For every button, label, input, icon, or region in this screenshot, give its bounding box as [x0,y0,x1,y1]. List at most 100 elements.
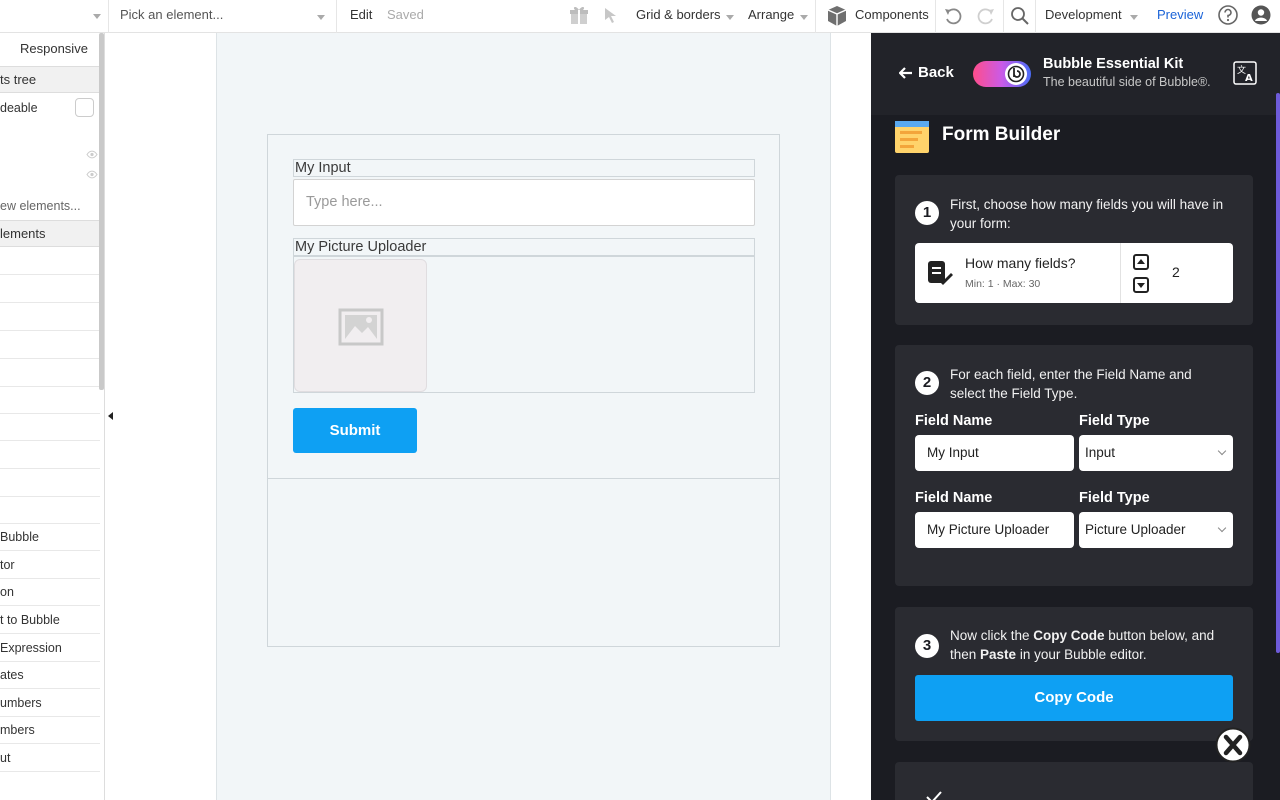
field-name-input[interactable]: My Picture Uploader [915,512,1074,548]
list-item-label: mbers [0,723,35,737]
help-icon[interactable] [1217,4,1239,26]
field-count-range: Min: 1 · Max: 30 [965,278,1041,290]
left-panel: Responsive ts tree deable ew elements...… [0,33,105,800]
list-edit-icon [928,261,953,285]
toolbar-divider [108,0,109,33]
tab-responsive[interactable]: Responsive [20,41,104,56]
field-count-control: How many fields? Min: 1 · Max: 30 2 [915,243,1233,303]
list-item[interactable] [0,497,100,524]
image-placeholder-icon [338,308,384,346]
list-item[interactable]: mbers [0,717,100,744]
list-item[interactable] [0,360,100,387]
list-item[interactable]: ates [0,662,100,689]
list-item[interactable]: ut [0,745,100,772]
undo-icon[interactable] [943,6,963,26]
chevron-down-icon[interactable] [317,15,325,20]
toolbar-divider [935,0,936,33]
toolbar-divider [1003,0,1004,33]
list-item[interactable]: t to Bubble [0,607,100,634]
arrow-left-icon[interactable] [899,67,913,79]
list-item[interactable] [0,276,100,303]
toolbar-divider [1035,0,1036,33]
cursor-icon[interactable] [602,6,620,24]
list-item-label: umbers [0,696,42,710]
list-item-label: ates [0,668,24,682]
list-item-label: on [0,585,14,599]
kit-title: Bubble Essential Kit [1043,56,1184,72]
section-title: ts tree [0,72,37,87]
step3-text-suffix: in your Bubble editor. [1016,646,1147,662]
grid-borders-menu[interactable]: Grid & borders [636,7,721,23]
field-name-header: Field Name [915,490,993,506]
list-item[interactable]: Expression [0,635,100,662]
plugin-scrollbar[interactable] [1276,93,1280,653]
list-item[interactable] [0,387,100,414]
left-panel-scrollbar[interactable] [99,33,104,390]
step-number: 1 [915,201,939,225]
arrange-menu[interactable]: Arrange [748,7,794,23]
step-number: 3 [915,634,939,658]
preview-link[interactable]: Preview [1157,7,1203,23]
eye-icon[interactable] [86,150,98,159]
list-item[interactable]: umbers [0,690,100,717]
upgradeable-checkbox[interactable] [75,98,94,117]
search-new-elements-input[interactable]: ew elements... [0,199,100,213]
picture-uploader[interactable] [294,259,427,392]
redo-icon[interactable] [976,6,996,26]
plugin-panel: Back Bubble Essential Kit The beautiful … [871,33,1280,800]
section-elements-tree[interactable]: ts tree [0,66,100,93]
text-input[interactable]: Type here... [293,179,755,226]
collapse-panel-icon[interactable] [108,412,113,420]
field-type-header: Field Type [1079,413,1150,429]
edit-menu[interactable]: Edit [350,7,372,23]
back-button[interactable]: Back [918,64,954,81]
chevron-down-icon[interactable] [1130,15,1138,20]
field-type-select[interactable]: Input [1079,435,1233,471]
list-item[interactable]: tor [0,552,100,579]
arrow-up-box-icon[interactable] [1133,254,1149,270]
arrow-down-box-icon[interactable] [1133,277,1149,293]
svg-text:A: A [1245,73,1253,84]
list-item[interactable] [0,414,100,441]
field-type-header: Field Type [1079,490,1150,506]
list-item[interactable]: Bubble [0,524,100,551]
toolbar-divider [336,0,337,33]
field-type-select[interactable]: Picture Uploader [1079,512,1233,548]
cube-icon[interactable] [827,5,847,27]
list-item[interactable]: on [0,579,100,606]
left-dropdown-caret-icon[interactable] [93,14,101,19]
copy-code-button[interactable]: Copy Code [915,675,1233,721]
list-item-label: tor [0,558,15,572]
close-icon[interactable] [1215,727,1251,763]
check-icon [926,791,942,800]
user-icon[interactable] [1250,4,1272,26]
list-item[interactable] [0,332,100,359]
field-name-header: Field Name [915,413,993,429]
field-name-input[interactable]: My Input [915,435,1074,471]
chevron-down-icon[interactable] [726,15,734,20]
search-icon[interactable] [1010,6,1030,26]
chevron-down-icon [1217,523,1227,533]
translate-icon[interactable]: 文 A [1233,61,1257,85]
list-item[interactable] [0,304,100,331]
step-number: 2 [915,371,939,395]
field-count-question: How many fields? [965,255,1076,271]
section-title: lements [0,226,46,241]
element-picker[interactable]: Pick an element... [120,7,223,23]
section-elements[interactable]: lements [0,220,100,247]
environment-selector[interactable]: Development [1045,7,1122,23]
list-item[interactable] [0,442,100,469]
input-label[interactable]: My Input [293,159,755,177]
bubble-kit-logo [973,61,1031,87]
uploader-label[interactable]: My Picture Uploader [293,238,755,256]
components-menu[interactable]: Components [855,7,929,23]
field-count-value[interactable]: 2 [1172,264,1180,280]
toolbar-divider [815,0,816,33]
eye-icon[interactable] [86,170,98,179]
step1-text: First, choose how many fields you will h… [950,197,1224,231]
submit-button[interactable]: Submit [293,408,417,453]
list-item[interactable] [0,248,100,275]
list-item[interactable] [0,470,100,497]
gift-icon[interactable] [568,5,590,25]
chevron-down-icon[interactable] [800,15,808,20]
